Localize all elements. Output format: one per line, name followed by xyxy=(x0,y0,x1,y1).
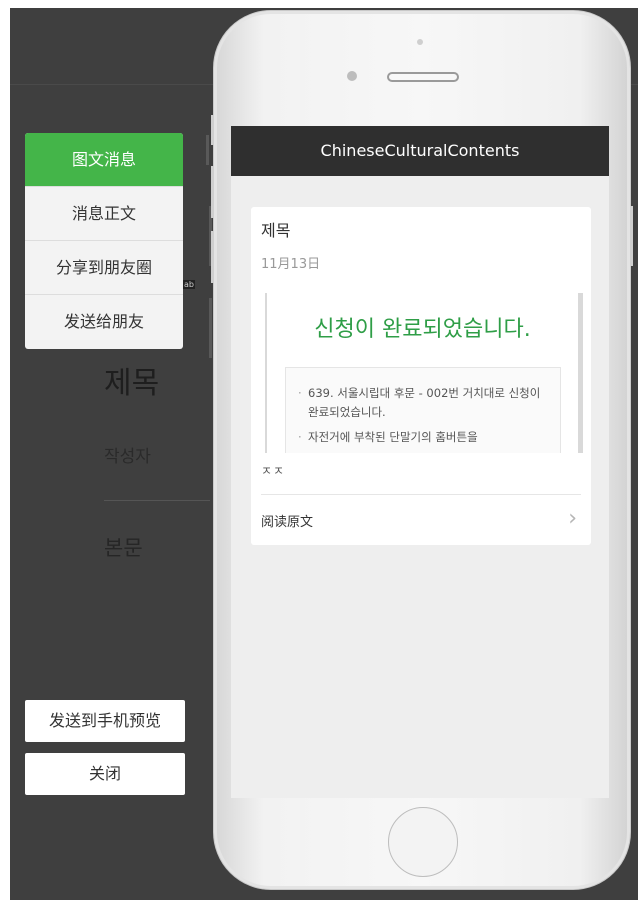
phone-front-camera-icon xyxy=(347,71,357,81)
phone-mockup: ChineseCulturalContents 제목 11月13日 신청이 완료… xyxy=(211,10,633,890)
menu-item-article-message[interactable]: 图文消息 xyxy=(25,133,183,187)
article-cutoff-text: ㅈㅈ xyxy=(261,464,286,478)
menu-item-share-moments[interactable]: 分享到朋友圈 xyxy=(25,241,183,295)
menu-item-message-body[interactable]: 消息正文 xyxy=(25,187,183,241)
editor-body-ghost: 본문 xyxy=(104,536,143,560)
ghost-scroll-marker xyxy=(206,135,209,165)
phone-mute-switch xyxy=(211,115,214,145)
phone-volume-down xyxy=(211,231,214,283)
phone-nav-title: ChineseCulturalContents xyxy=(231,126,609,176)
preview-mode-menu: 图文消息 消息正文 分享到朋友圈 发送给朋友 xyxy=(25,133,183,349)
article-date: 11月13日 xyxy=(261,257,321,272)
phone-screen: ChineseCulturalContents 제목 11月13日 신청이 완료… xyxy=(231,126,609,798)
preview-heading: 신청이 완료되었습니다. xyxy=(314,317,531,342)
menu-item-send-friend[interactable]: 发送给朋友 xyxy=(25,295,183,349)
preview-notice-box: 639. 서울시립대 후문 - 002번 거치대로 신청이 완료되었습니다. 자… xyxy=(285,367,561,453)
preview-list-item: 자전거에 부착된 단말기의 홈버튼을 xyxy=(298,428,550,447)
editor-ab-badge: ab xyxy=(183,280,195,289)
article-title: 제목 xyxy=(261,221,291,240)
article-content-preview: 신청이 완료되었습니다. 639. 서울시립대 후문 - 002번 거치대로 신… xyxy=(265,293,583,453)
phone-volume-up xyxy=(211,166,214,218)
article-card: 제목 11月13日 신청이 완료되었습니다. 639. 서울시립대 후문 - 0… xyxy=(251,207,591,545)
send-to-phone-preview-button[interactable]: 发送到手机预览 xyxy=(25,700,185,742)
phone-speaker xyxy=(387,72,459,82)
preview-list-item: 639. 서울시립대 후문 - 002번 거치대로 신청이 완료되었습니다. xyxy=(298,384,550,422)
phone-sensor xyxy=(417,39,423,45)
editor-title-ghost: 제목 xyxy=(104,366,160,401)
read-original-label: 阅读原文 xyxy=(261,515,314,530)
phone-home-button[interactable] xyxy=(388,807,458,877)
read-original-link[interactable]: 阅读原文 › xyxy=(251,495,591,545)
editor-divider xyxy=(104,500,210,501)
close-button[interactable]: 关闭 xyxy=(25,753,185,795)
phone-power-button xyxy=(630,206,633,266)
ghost-scroll-marker xyxy=(209,298,212,358)
chevron-right-icon: › xyxy=(568,506,577,531)
editor-author-ghost: 작성자 xyxy=(104,447,151,467)
